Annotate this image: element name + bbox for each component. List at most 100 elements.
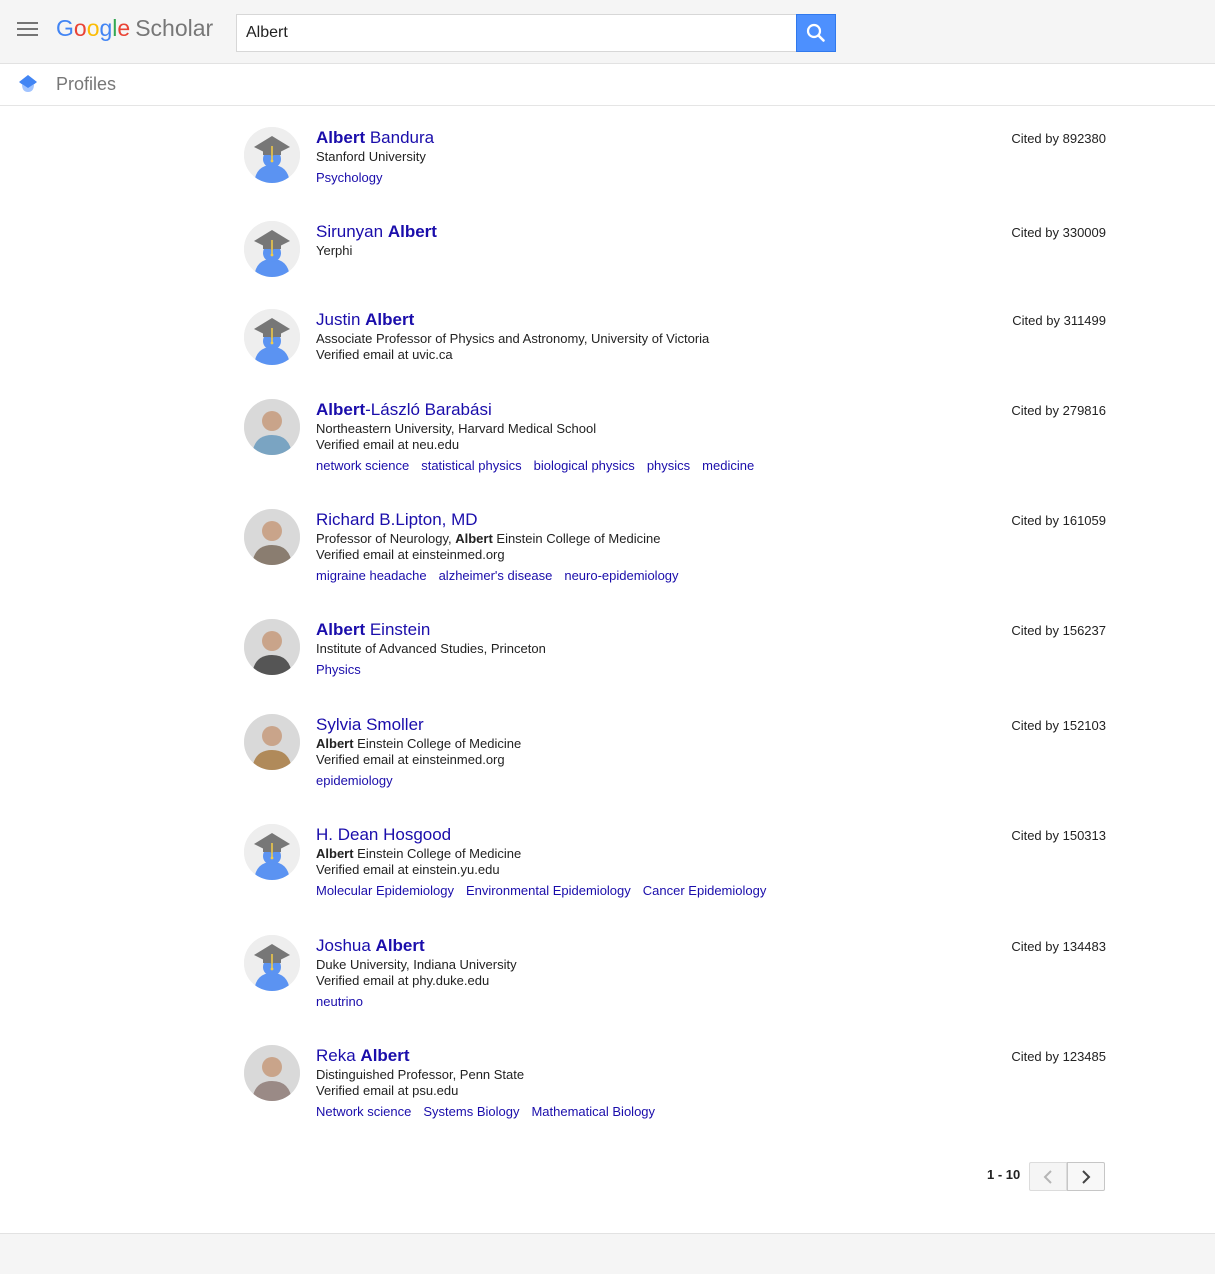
affiliation-part: Associate Professor of Physics and Astro… xyxy=(316,331,710,346)
default-avatar-icon[interactable] xyxy=(244,935,300,991)
name-part: Joshua xyxy=(316,936,376,955)
profile-photo[interactable] xyxy=(244,509,300,565)
profile-name-link[interactable]: Joshua Albert xyxy=(316,935,956,957)
default-avatar-icon[interactable] xyxy=(244,309,300,365)
interest-link[interactable]: Mathematical Biology xyxy=(531,1104,655,1119)
profile-info: Sirunyan Albert Yerphi xyxy=(316,221,956,259)
profile-info: H. Dean Hosgood Albert Einstein College o… xyxy=(316,824,956,899)
research-interests: Network science Systems Biology Mathematic… xyxy=(316,1104,956,1120)
interest-link[interactable]: neuro-epidemiology xyxy=(564,568,678,583)
verified-email: Verified email at psu.edu xyxy=(316,1083,459,1098)
previous-page-button[interactable] xyxy=(1029,1162,1067,1191)
affiliation-part: Distinguished Professor, Penn State xyxy=(316,1067,525,1082)
profile-name-link[interactable]: Reka Albert xyxy=(316,1045,956,1067)
affiliation-part: Stanford University xyxy=(316,149,426,164)
profile-affiliation: Duke University, Indiana University xyxy=(316,957,956,973)
interest-link[interactable]: Cancer Epidemiology xyxy=(643,883,767,898)
name-part: Richard B.Lipton, MD xyxy=(316,510,478,529)
cited-by-count: Cited by 134483 xyxy=(1011,939,1106,954)
profile-name-link[interactable]: Richard B.Lipton, MD xyxy=(316,509,956,531)
interest-link[interactable]: statistical physics xyxy=(421,458,521,473)
affiliation-part: Professor of Neurology, xyxy=(316,531,456,546)
research-interests: Psychology xyxy=(316,170,956,186)
profile-affiliation: Distinguished Professor, Penn State xyxy=(316,1067,956,1083)
chevron-left-icon xyxy=(1043,1170,1052,1184)
profile-info: Albert-László Barabási Northeastern Unive… xyxy=(316,399,956,474)
scholar-cap-icon[interactable] xyxy=(17,74,39,94)
profile-affiliation: Albert Einstein College of Medicine xyxy=(316,846,956,862)
profile-name-link[interactable]: Albert-László Barabási xyxy=(316,399,956,421)
interest-link[interactable]: alzheimer's disease xyxy=(439,568,553,583)
research-interests: epidemiology xyxy=(316,773,956,789)
profile-name-link[interactable]: Sirunyan Albert xyxy=(316,221,956,243)
profile-photo[interactable] xyxy=(244,399,300,455)
profile-info: Joshua Albert Duke University, Indiana Un… xyxy=(316,935,956,1010)
page-title: Profiles xyxy=(56,74,117,94)
profile-photo[interactable] xyxy=(244,619,300,675)
profile-affiliation: Professor of Neurology, Albert Einstein … xyxy=(316,531,956,547)
interest-link[interactable]: Molecular Epidemiology xyxy=(316,883,454,898)
affiliation-part: Northeastern University, Harvard Medical… xyxy=(316,421,597,436)
research-interests: Molecular Epidemiology Environmental Epid… xyxy=(316,883,956,899)
default-avatar-icon[interactable] xyxy=(244,221,300,277)
interest-link[interactable]: biological physics xyxy=(534,458,635,473)
interest-link[interactable]: Network science xyxy=(316,1104,411,1119)
name-part: Sirunyan xyxy=(316,222,388,241)
profile-name-link[interactable]: H. Dean Hosgood xyxy=(316,824,956,846)
top-bar: Google Scholar xyxy=(0,0,1215,64)
profile-name-link[interactable]: Albert Bandura xyxy=(316,127,956,149)
interest-link[interactable]: Systems Biology xyxy=(423,1104,519,1119)
interest-link[interactable]: medicine xyxy=(702,458,754,473)
affiliation-part: Institute of Advanced Studies, Princeton xyxy=(316,641,546,656)
pagination xyxy=(1029,1162,1106,1191)
cited-by-count: Cited by 156237 xyxy=(1011,623,1106,638)
name-part: Albert xyxy=(375,936,425,955)
affiliation-part: Einstein College of Medicine xyxy=(353,846,522,861)
cited-by-count: Cited by 152103 xyxy=(1011,718,1106,733)
sub-header: Profiles xyxy=(0,64,1215,106)
profile-name-link[interactable]: Albert Einstein xyxy=(316,619,956,641)
name-part: Einstein xyxy=(365,620,431,639)
search-input[interactable] xyxy=(236,14,796,52)
interest-link[interactable]: migraine headache xyxy=(316,568,427,583)
affiliation-part: Duke University, Indiana University xyxy=(316,957,517,972)
profile-info: Reka Albert Distinguished Professor, Penn… xyxy=(316,1045,956,1120)
search-button[interactable] xyxy=(796,14,836,52)
default-avatar-icon[interactable] xyxy=(244,127,300,183)
profile-photo[interactable] xyxy=(244,714,300,770)
interest-link[interactable]: Psychology xyxy=(316,170,382,185)
interest-link[interactable]: epidemiology xyxy=(316,773,393,788)
interest-link[interactable]: Environmental Epidemiology xyxy=(466,883,631,898)
profile-photo[interactable] xyxy=(244,1045,300,1101)
profile-affiliation: Northeastern University, Harvard Medical… xyxy=(316,421,956,437)
interest-link[interactable]: Physics xyxy=(316,662,361,677)
profile-info: Justin Albert Associate Professor of Phys… xyxy=(316,309,956,363)
interest-link[interactable]: physics xyxy=(647,458,690,473)
default-avatar-icon[interactable] xyxy=(244,824,300,880)
profile-affiliation: Albert Einstein College of Medicine xyxy=(316,736,956,752)
name-part: Albert xyxy=(387,222,437,241)
next-page-button[interactable] xyxy=(1067,1162,1105,1191)
interest-link[interactable]: neutrino xyxy=(316,994,363,1009)
research-interests: Physics xyxy=(316,662,956,678)
cited-by-count: Cited by 123485 xyxy=(1011,1049,1106,1064)
name-part: Sylvia Smoller xyxy=(316,715,424,734)
search-icon xyxy=(806,23,825,42)
cited-by-count: Cited by 311499 xyxy=(1012,313,1106,328)
name-part: Albert xyxy=(316,128,366,147)
profile-info: Sylvia Smoller Albert Einstein College of… xyxy=(316,714,956,789)
name-part: Reka xyxy=(316,1046,361,1065)
profile-affiliation: Associate Professor of Physics and Astro… xyxy=(316,331,956,347)
chevron-right-icon xyxy=(1082,1170,1091,1184)
hamburger-menu-icon[interactable] xyxy=(17,22,38,40)
google-scholar-logo[interactable]: Google Scholar xyxy=(56,15,213,42)
name-part: Albert xyxy=(316,400,366,419)
research-interests: neutrino xyxy=(316,994,956,1010)
interest-link[interactable]: network science xyxy=(316,458,409,473)
profile-name-link[interactable]: Justin Albert xyxy=(316,309,956,331)
profile-name-link[interactable]: Sylvia Smoller xyxy=(316,714,956,736)
cited-by-count: Cited by 150313 xyxy=(1011,828,1106,843)
affiliation-part: Albert xyxy=(316,736,354,751)
affiliation-part: Albert xyxy=(455,531,493,546)
verified-email: Verified email at einstein.yu.edu xyxy=(316,862,500,877)
